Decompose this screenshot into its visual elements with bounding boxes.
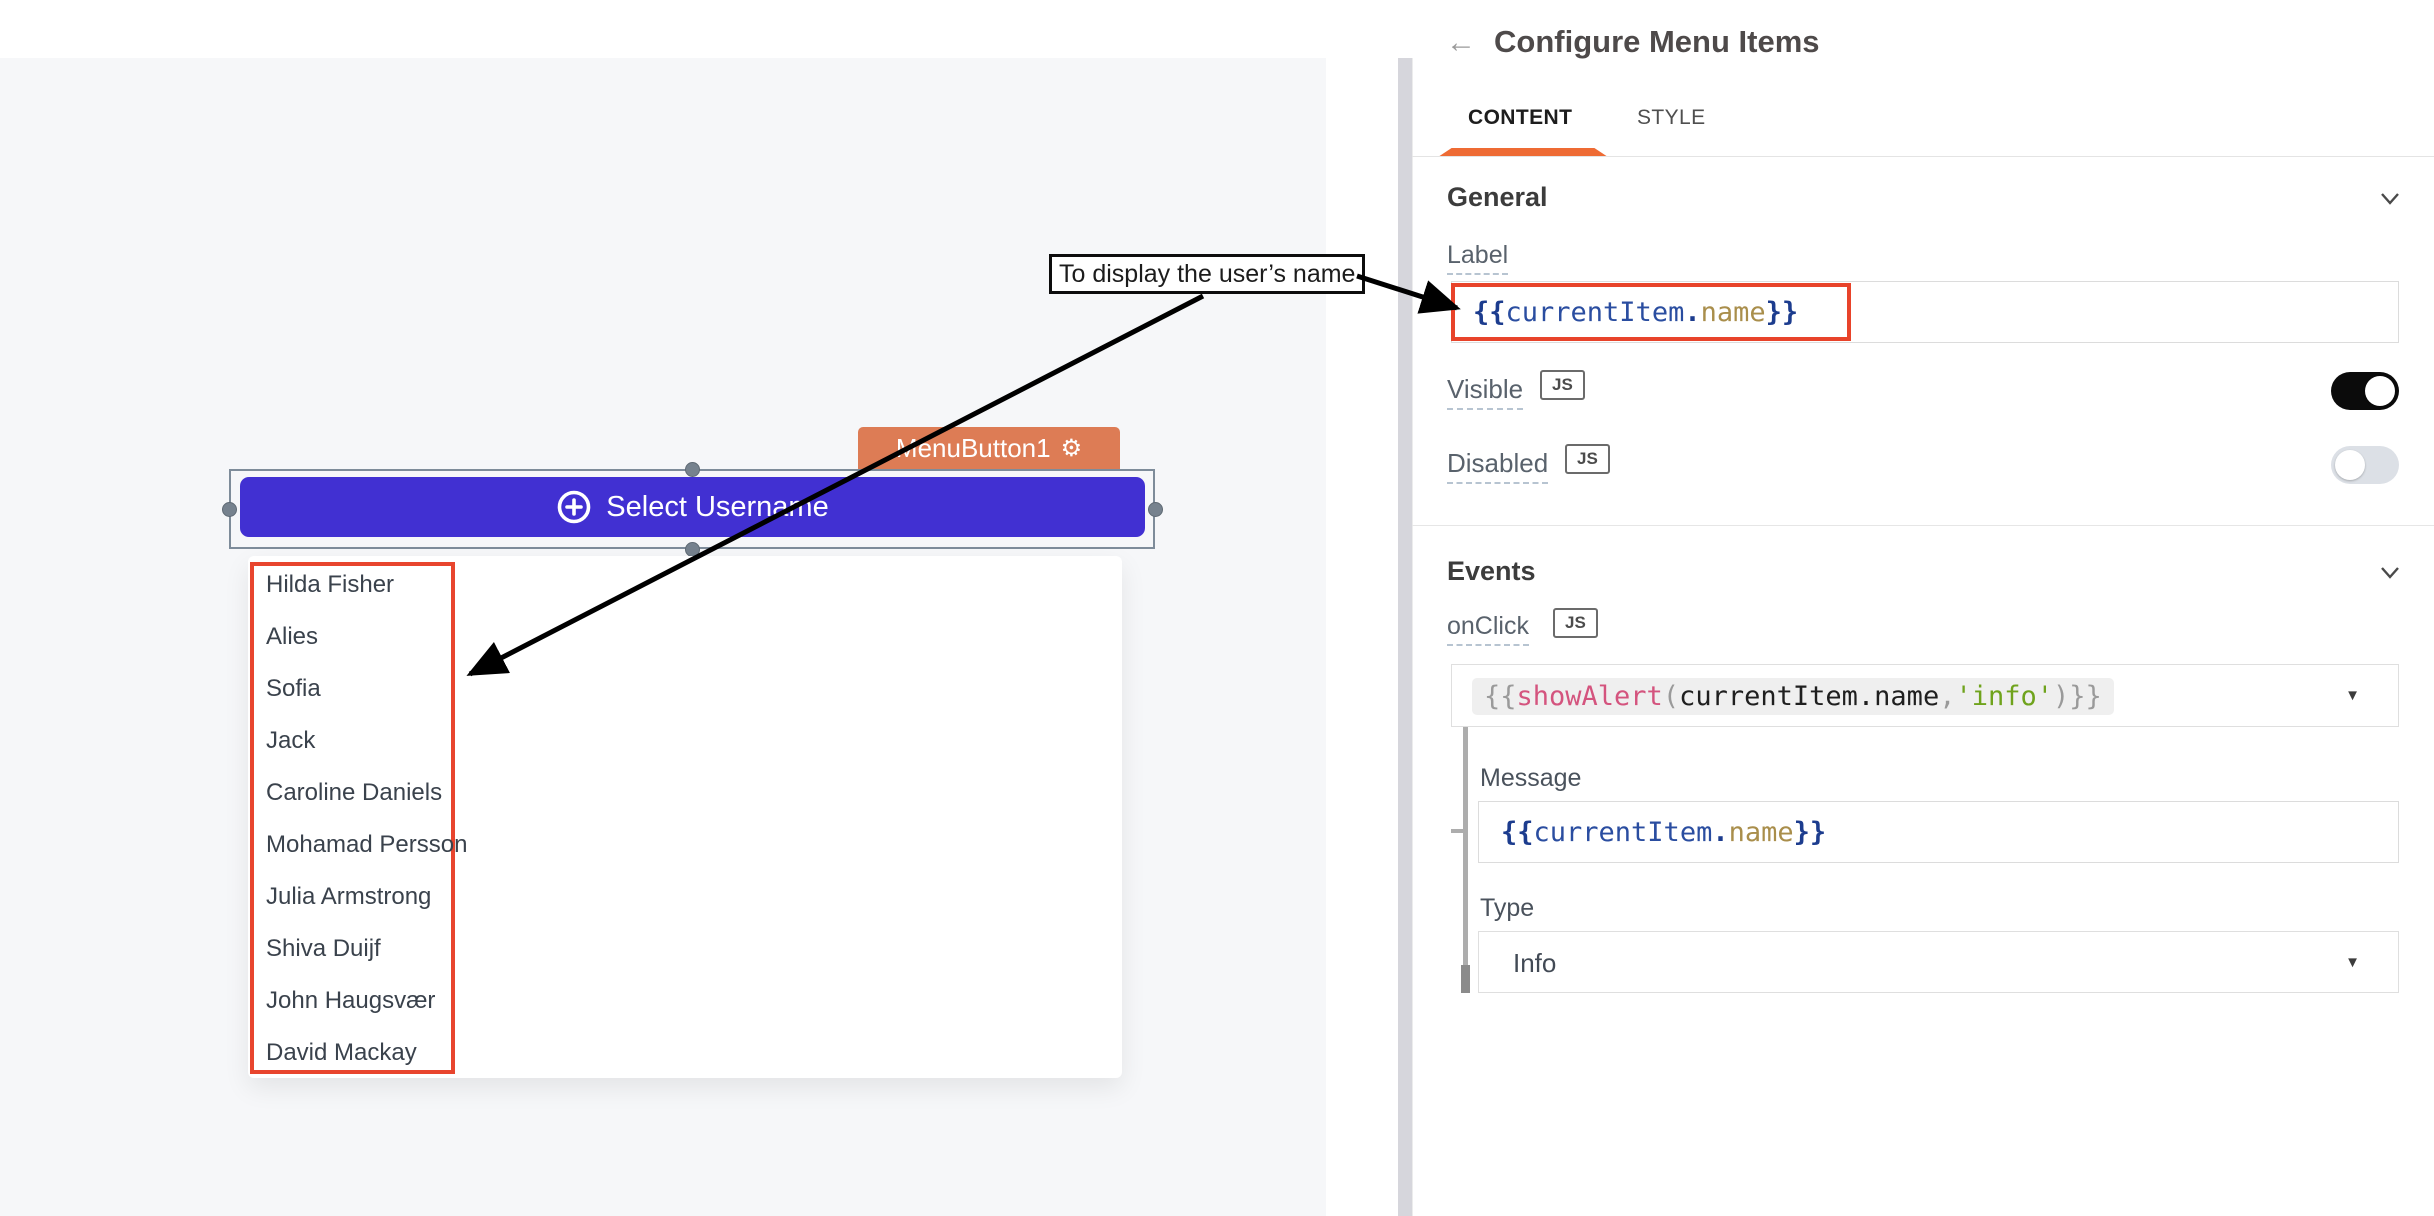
tab-content[interactable]: CONTENT [1468, 106, 1572, 130]
chevron-down-icon[interactable] [2378, 560, 2402, 584]
section-general-heading: General [1447, 182, 1548, 213]
menu-item[interactable]: Mohamad Persson [266, 819, 866, 871]
resize-handle-bottom[interactable] [685, 542, 700, 557]
select-username-label: Select Username [606, 491, 828, 524]
annotation-text: To display the user’s name [1059, 260, 1355, 289]
widget-name-tag[interactable]: MenuButton1 ⚙ [858, 427, 1120, 470]
label-field-label: Label [1447, 241, 1508, 275]
code-token: currentItem [1679, 681, 1858, 712]
menu-item[interactable]: Sofia [266, 663, 866, 715]
action-tree-tick [1451, 829, 1463, 833]
code-token: name [1729, 817, 1794, 848]
action-tree-scroll-thumb[interactable] [1461, 965, 1470, 993]
onclick-label: onClick [1447, 612, 1529, 646]
menu-item[interactable]: Caroline Daniels [266, 767, 866, 819]
visible-label: Visible [1447, 374, 1523, 410]
type-label: Type [1480, 894, 1534, 923]
disabled-toggle[interactable] [2331, 446, 2399, 484]
code-token: showAlert [1517, 681, 1663, 712]
tabs-divider [1412, 156, 2434, 157]
code-token: currentItem [1534, 817, 1713, 848]
message-input-code: {{currentItem.name}} [1501, 817, 1826, 848]
panel-scrollbar[interactable] [1398, 58, 1412, 1216]
code-token: ( [1663, 681, 1679, 712]
chevron-down-icon[interactable] [2378, 186, 2402, 210]
code-token: 'info' [1955, 681, 2053, 712]
visible-js-badge[interactable]: JS [1540, 370, 1585, 400]
resize-handle-top[interactable] [685, 462, 700, 477]
section-events-heading: Events [1447, 556, 1536, 587]
code-token: )}} [2053, 681, 2102, 712]
annotation-box: To display the user’s name [1049, 254, 1365, 294]
app-root: MenuButton1 ⚙ Select Username Hilda Fish… [0, 0, 2434, 1216]
back-arrow-icon[interactable]: ← [1446, 26, 1476, 60]
toggle-knob [2365, 376, 2395, 406]
menu-items-list: Hilda FisherAliesSofiaJackCaroline Danie… [266, 559, 866, 1079]
circle-plus-icon [556, 489, 592, 525]
menu-item[interactable]: David Mackay [266, 1027, 866, 1079]
resize-handle-left[interactable] [222, 502, 237, 517]
label-highlight-red-box [1451, 283, 1851, 341]
code-token: . [1858, 681, 1874, 712]
action-tree-line [1463, 727, 1468, 993]
visible-toggle[interactable] [2331, 372, 2399, 410]
section-divider [1412, 525, 2434, 526]
resize-handle-right[interactable] [1148, 502, 1163, 517]
type-dropdown-value: Info [1513, 948, 1556, 979]
gear-icon[interactable]: ⚙ [1061, 437, 1083, 461]
code-token: {{ [1501, 817, 1534, 848]
dropdown-caret-icon[interactable]: ▼ [2345, 687, 2360, 704]
toggle-knob [2335, 450, 2365, 480]
onclick-code: {{showAlert(currentItem.name,'info')}} [1484, 681, 2102, 712]
code-token: , [1939, 681, 1955, 712]
disabled-js-badge[interactable]: JS [1565, 444, 1610, 474]
menu-item[interactable]: Hilda Fisher [266, 559, 866, 611]
code-token: name [1874, 681, 1939, 712]
menu-item[interactable]: Alies [266, 611, 866, 663]
tab-style[interactable]: STYLE [1637, 106, 1706, 130]
code-token: {{ [1484, 681, 1517, 712]
dropdown-caret-icon[interactable]: ▼ [2345, 954, 2360, 971]
menu-item[interactable]: Shiva Duijf [266, 923, 866, 975]
code-token: . [1712, 817, 1728, 848]
type-dropdown[interactable]: Info ▼ [1478, 931, 2399, 993]
panel-title: Configure Menu Items [1494, 24, 1820, 60]
message-label: Message [1480, 764, 1581, 793]
menu-item[interactable]: John Haugsvær [266, 975, 866, 1027]
disabled-label: Disabled [1447, 448, 1548, 484]
menu-item[interactable]: Julia Armstrong [266, 871, 866, 923]
menu-item[interactable]: Jack [266, 715, 866, 767]
onclick-js-badge[interactable]: JS [1553, 608, 1598, 638]
message-input[interactable]: {{currentItem.name}} [1478, 801, 2399, 863]
code-token: }} [1794, 817, 1827, 848]
onclick-action-dropdown[interactable]: {{showAlert(currentItem.name,'info')}} ▼ [1451, 664, 2399, 727]
panel-left-divider [1412, 58, 1413, 1216]
onclick-code-chip: {{showAlert(currentItem.name,'info')}} [1472, 678, 2114, 715]
select-username-button[interactable]: Select Username [240, 477, 1145, 537]
widget-name-label: MenuButton1 [896, 433, 1051, 464]
